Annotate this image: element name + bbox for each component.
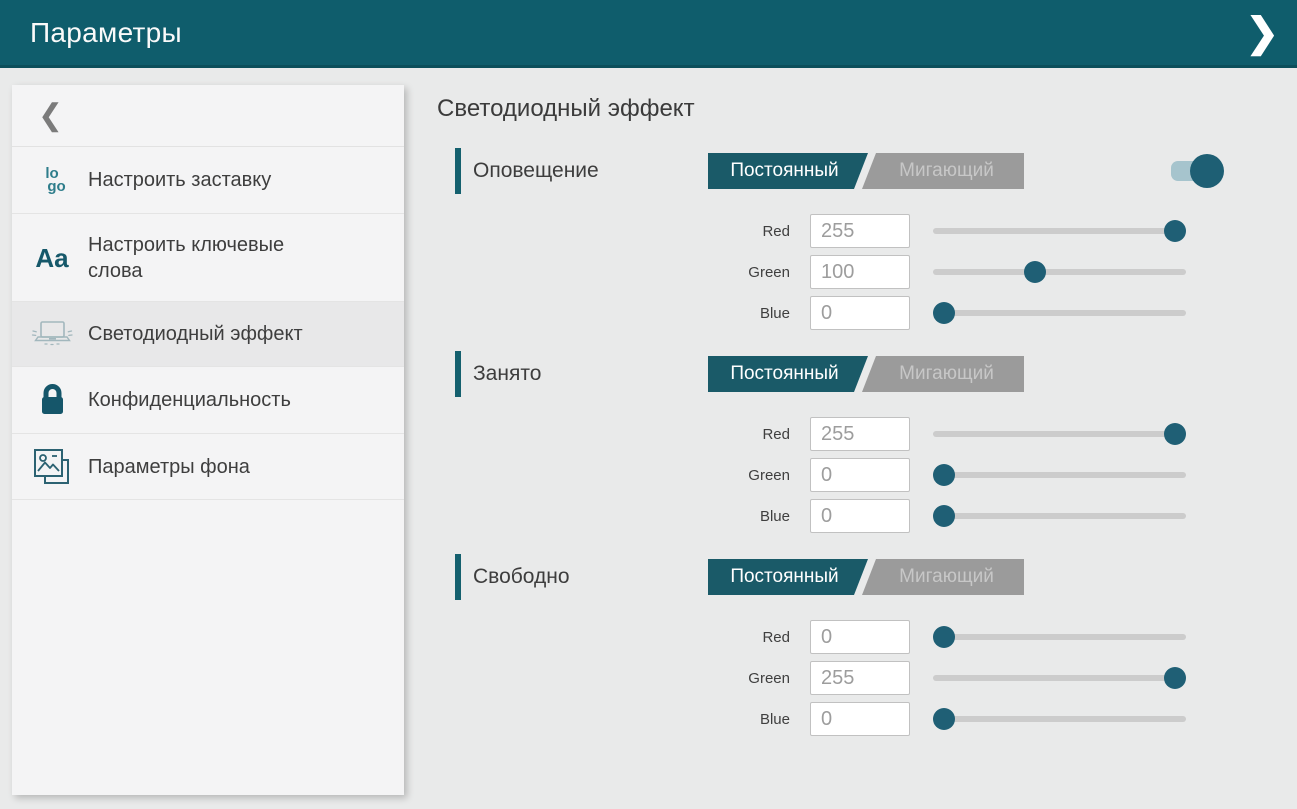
section-title: Занято — [473, 362, 541, 386]
keywords-aa-icon: Aa — [30, 245, 74, 271]
sidebar-item-label: Настроить заставку — [88, 167, 271, 193]
blue-label: Blue — [437, 305, 790, 322]
slider-thumb[interactable] — [1164, 423, 1186, 445]
accent-bar — [455, 148, 461, 194]
slider-track — [933, 513, 1186, 519]
sidebar-item-keywords[interactable]: Aa Настроить ключевые слова — [12, 214, 404, 302]
background-images-icon — [30, 447, 74, 487]
blue-label: Blue — [437, 508, 790, 525]
slider-track — [933, 716, 1186, 722]
logo-icon: lo go — [30, 167, 74, 193]
red-slider[interactable] — [933, 214, 1186, 248]
mode-segmented-control: Постоянный Мигающий — [708, 559, 1024, 595]
slider-thumb[interactable] — [933, 302, 955, 324]
accent-bar — [455, 351, 461, 397]
slider-thumb[interactable] — [1164, 667, 1186, 689]
slider-track — [933, 228, 1186, 234]
logo-icon-line2: go — [47, 180, 65, 193]
green-label: Green — [437, 467, 790, 484]
red-label: Red — [437, 223, 790, 240]
green-label: Green — [437, 264, 790, 281]
led-effect-panel: Светодиодный эффект Оповещение Постоянны… — [437, 68, 1297, 736]
blue-value-input[interactable] — [810, 702, 910, 736]
slider-thumb[interactable] — [1024, 261, 1046, 283]
blue-slider[interactable] — [933, 702, 1186, 736]
sidebar-back-button[interactable]: ❮ — [12, 85, 404, 147]
slider-track — [933, 634, 1186, 640]
lock-icon — [30, 382, 74, 418]
green-value-input[interactable] — [810, 661, 910, 695]
sidebar-item-led-effect[interactable]: Светодиодный эффект — [12, 302, 404, 367]
mode-segmented-control: Постоянный Мигающий — [708, 356, 1024, 392]
green-slider[interactable] — [933, 255, 1186, 289]
led-screen-icon — [30, 316, 74, 352]
red-slider[interactable] — [933, 417, 1186, 451]
red-value-input[interactable] — [810, 214, 910, 248]
slider-track — [933, 310, 1186, 316]
green-value-input[interactable] — [810, 458, 910, 492]
slider-thumb[interactable] — [933, 464, 955, 486]
sidebar-item-splash-screen[interactable]: lo go Настроить заставку — [12, 147, 404, 214]
mode-option-blinking[interactable]: Мигающий — [869, 559, 1024, 595]
back-chevron-icon: ❮ — [38, 101, 63, 131]
slider-track — [933, 472, 1186, 478]
sidebar-item-label: Параметры фона — [88, 454, 250, 480]
green-label: Green — [437, 670, 790, 687]
blue-label: Blue — [437, 711, 790, 728]
sidebar-item-background[interactable]: Параметры фона — [12, 434, 404, 500]
accent-bar — [455, 554, 461, 600]
slider-thumb[interactable] — [933, 505, 955, 527]
slider-track — [933, 431, 1186, 437]
red-label: Red — [437, 426, 790, 443]
section-title: Оповещение — [473, 159, 599, 183]
sidebar-item-label: Конфиденциальность — [88, 387, 291, 413]
toggle-knob — [1190, 154, 1224, 188]
blue-slider[interactable] — [933, 499, 1186, 533]
sidebar-item-label: Настроить ключевые слова — [88, 232, 320, 284]
page-title: Параметры — [30, 17, 182, 49]
mode-segmented-control: Постоянный Мигающий — [708, 153, 1024, 189]
mode-option-constant[interactable]: Постоянный — [708, 559, 861, 595]
green-value-input[interactable] — [810, 255, 910, 289]
slider-track — [933, 675, 1186, 681]
mode-option-constant[interactable]: Постоянный — [708, 153, 861, 189]
sidebar: ❮ lo go Настроить заставку Aa Настроить … — [12, 85, 404, 795]
red-value-input[interactable] — [810, 620, 910, 654]
green-slider[interactable] — [933, 458, 1186, 492]
red-label: Red — [437, 629, 790, 646]
sidebar-item-label: Светодиодный эффект — [88, 321, 303, 347]
mode-option-blinking[interactable]: Мигающий — [869, 153, 1024, 189]
section-alert: Оповещение Постоянный Мигающий Red — [437, 148, 1297, 330]
blue-value-input[interactable] — [810, 296, 910, 330]
section-title: Свободно — [473, 565, 570, 589]
slider-thumb[interactable] — [933, 708, 955, 730]
alert-toggle-switch[interactable] — [1171, 161, 1215, 181]
red-value-input[interactable] — [810, 417, 910, 451]
slider-track — [933, 269, 1186, 275]
panel-title: Светодиодный эффект — [437, 94, 1297, 124]
green-slider[interactable] — [933, 661, 1186, 695]
content-area: ❮ lo go Настроить заставку Aa Настроить … — [0, 68, 1297, 809]
mode-option-blinking[interactable]: Мигающий — [869, 356, 1024, 392]
section-busy: Занято Постоянный Мигающий Red — [437, 351, 1297, 533]
slider-thumb[interactable] — [1164, 220, 1186, 242]
mode-option-constant[interactable]: Постоянный — [708, 356, 861, 392]
blue-slider[interactable] — [933, 296, 1186, 330]
red-slider[interactable] — [933, 620, 1186, 654]
section-free: Свободно Постоянный Мигающий Red — [437, 554, 1297, 736]
slider-thumb[interactable] — [933, 626, 955, 648]
blue-value-input[interactable] — [810, 499, 910, 533]
app-header: Параметры ❯ — [0, 0, 1297, 68]
forward-chevron-icon[interactable]: ❯ — [1245, 13, 1279, 53]
sidebar-item-privacy[interactable]: Конфиденциальность — [12, 367, 404, 434]
